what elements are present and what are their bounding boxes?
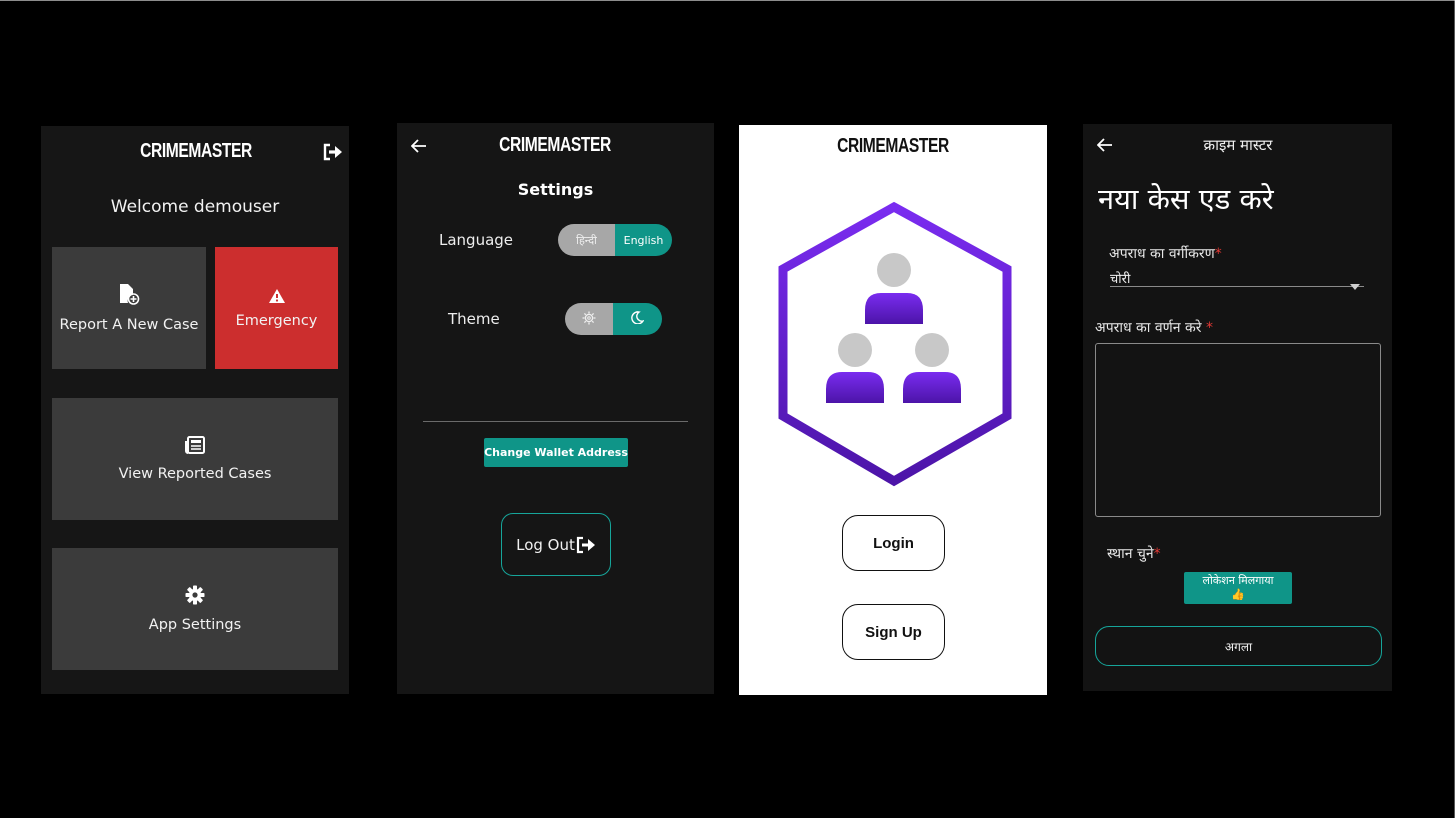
- moon-icon: [631, 311, 645, 327]
- landing-screen: CRIMEMASTER Login Sign Up: [739, 125, 1047, 695]
- emergency-label: Emergency: [235, 312, 318, 329]
- sign-up-button[interactable]: Sign Up: [842, 604, 945, 660]
- app-brand-title: CRIMEMASTER: [837, 135, 949, 157]
- newspaper-icon: [185, 436, 205, 458]
- location-text: स्थान चुने: [1107, 546, 1154, 562]
- location-label: स्थान चुने*: [1107, 544, 1161, 563]
- gear-icon: [185, 585, 205, 609]
- crime-classification-select[interactable]: चोरी: [1110, 268, 1364, 290]
- logout-icon[interactable]: [323, 143, 343, 165]
- required-mark: *: [1214, 246, 1222, 262]
- crime-description-label: अपराध का वर्णन करे *: [1095, 318, 1213, 337]
- app-brand-title: CRIMEMASTER: [499, 134, 611, 156]
- theme-toggle[interactable]: [565, 303, 662, 335]
- theme-option-light[interactable]: [565, 303, 613, 335]
- welcome-message: Welcome demouser: [110, 197, 280, 217]
- app-brand-title: क्राइम मास्टर: [1203, 136, 1273, 154]
- next-button[interactable]: अगला: [1095, 626, 1382, 666]
- language-option-hindi[interactable]: हिन्दी: [558, 224, 615, 256]
- logout-label: Log Out: [516, 535, 575, 554]
- divider: [423, 421, 688, 422]
- back-arrow-icon[interactable]: [1096, 137, 1113, 156]
- change-wallet-address-button[interactable]: Change Wallet Address: [484, 438, 628, 467]
- theme-option-dark[interactable]: [613, 303, 662, 335]
- home-screen: CRIMEMASTER Welcome demouser Report A Ne…: [41, 126, 349, 694]
- language-label: Language: [439, 231, 514, 249]
- page-title: नया केस एड करे: [1098, 182, 1274, 216]
- warning-icon: [268, 288, 286, 308]
- crime-description-textarea[interactable]: [1095, 343, 1381, 517]
- language-toggle[interactable]: हिन्दी English: [558, 224, 672, 256]
- file-add-icon: [118, 283, 140, 309]
- required-mark: *: [1153, 546, 1161, 562]
- view-reported-cases-tile[interactable]: View Reported Cases: [52, 398, 338, 520]
- add-case-screen: क्राइम मास्टर नया केस एड करे अपराध का वर…: [1083, 124, 1392, 691]
- thumbs-up-icon: 👍: [1231, 588, 1245, 601]
- app-settings-tile[interactable]: App Settings: [52, 548, 338, 670]
- community-hexagon-logo: [777, 200, 1013, 492]
- language-option-english[interactable]: English: [615, 224, 672, 256]
- login-button[interactable]: Login: [842, 515, 945, 571]
- location-found-button[interactable]: लोकेशन मिलगाया 👍: [1184, 572, 1292, 604]
- report-new-case-tile[interactable]: Report A New Case: [52, 247, 206, 369]
- theme-label: Theme: [448, 310, 500, 328]
- frame-top-edge: [0, 0, 1455, 1]
- crime-classification-label: अपराध का वर्गीकरण*: [1109, 244, 1222, 263]
- view-reported-cases-label: View Reported Cases: [118, 466, 272, 482]
- report-new-case-label: Report A New Case: [59, 317, 199, 333]
- selected-classification: चोरी: [1110, 272, 1131, 287]
- app-settings-label: App Settings: [148, 617, 242, 633]
- crime-classification-text: अपराध का वर्गीकरण: [1109, 246, 1215, 262]
- crime-description-text: अपराध का वर्णन करे: [1095, 320, 1206, 336]
- logout-icon: [576, 536, 596, 554]
- sun-gear-icon: [582, 311, 596, 328]
- dropdown-arrow-icon: [1350, 275, 1360, 294]
- page-title: Settings: [517, 180, 594, 199]
- settings-screen: CRIMEMASTER Settings Language हिन्दी Eng…: [397, 123, 714, 694]
- required-mark: *: [1205, 320, 1213, 336]
- logout-button[interactable]: Log Out: [501, 513, 611, 576]
- location-found-label: लोकेशन मिलगाया: [1202, 574, 1274, 587]
- emergency-tile[interactable]: Emergency: [215, 247, 338, 369]
- app-brand-title: CRIMEMASTER: [140, 140, 252, 162]
- back-arrow-icon[interactable]: [410, 138, 427, 157]
